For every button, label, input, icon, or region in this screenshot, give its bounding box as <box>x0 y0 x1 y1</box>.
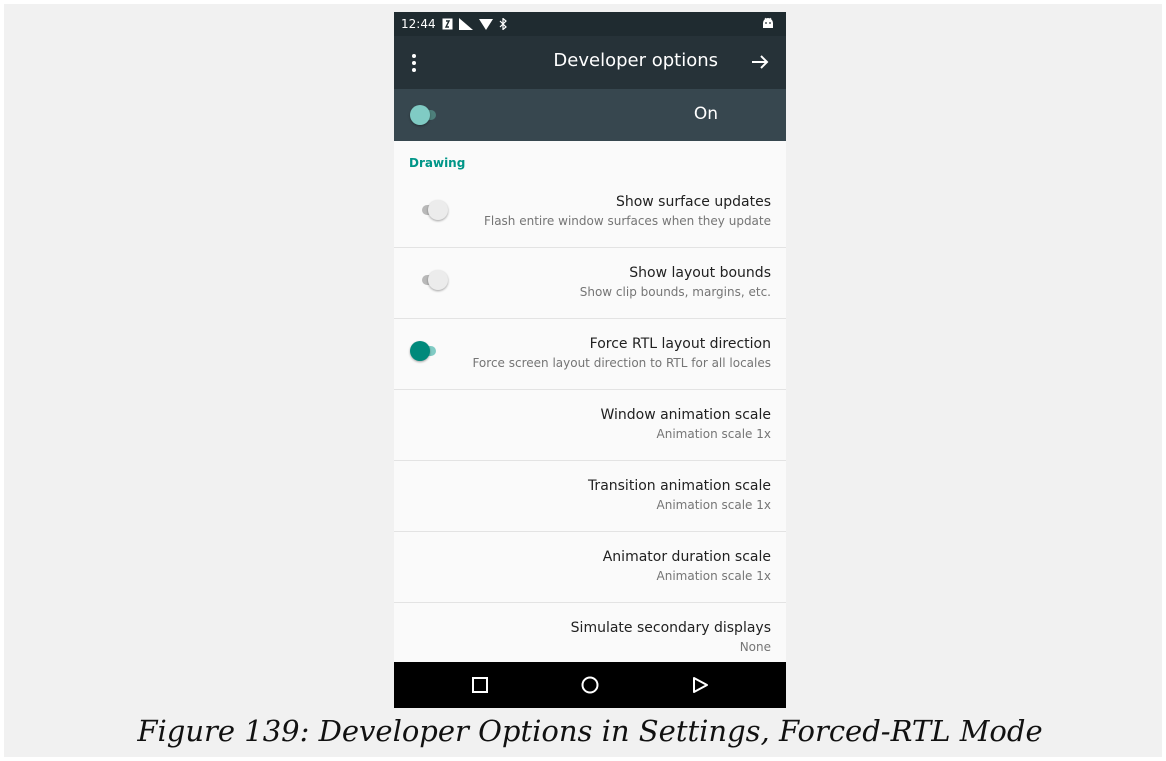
pref-show-layout-bounds[interactable]: Show layout bounds Show clip bounds, mar… <box>394 248 786 319</box>
pref-title: Show layout bounds <box>629 265 771 281</box>
back-nav-icon[interactable] <box>689 674 711 696</box>
status-icons <box>442 18 508 30</box>
figure-caption: Figure 139: Developer Options in Setting… <box>137 714 1043 748</box>
pref-window-animation-scale[interactable]: Window animation scale Animation scale 1… <box>394 390 786 461</box>
pref-animator-duration-scale[interactable]: Animator duration scale Animation scale … <box>394 532 786 603</box>
pref-transition-animation-scale[interactable]: Transition animation scale Animation sca… <box>394 461 786 532</box>
master-switch-label: On <box>693 104 718 124</box>
pref-summary: Show clip bounds, margins, etc. <box>579 285 771 299</box>
master-switch-bar[interactable]: On <box>394 89 786 141</box>
master-switch[interactable] <box>410 105 440 125</box>
pref-show-surface-updates[interactable]: Show surface updates Flash entire window… <box>394 177 786 248</box>
overflow-menu-icon[interactable] <box>406 52 422 74</box>
recents-icon[interactable] <box>469 674 491 696</box>
phone-screen: 12:44 Developer options On Drawing Show … <box>394 12 786 708</box>
wifi-icon <box>478 18 493 30</box>
pref-title: Animator duration scale <box>602 549 771 565</box>
status-bar: 12:44 <box>394 12 786 36</box>
pref-summary: Force screen layout direction to RTL for… <box>472 356 771 370</box>
show-layout-bounds-switch[interactable] <box>418 270 448 290</box>
force-rtl-switch[interactable] <box>410 341 440 361</box>
battery-saver-icon <box>442 18 453 30</box>
show-surface-updates-switch[interactable] <box>418 200 448 220</box>
section-header-drawing: Drawing <box>409 156 466 170</box>
pref-summary: Animation scale 1x <box>656 569 771 583</box>
pref-title: Force RTL layout direction <box>589 336 771 352</box>
android-debug-icon <box>763 17 773 28</box>
pref-title: Show surface updates <box>615 194 771 210</box>
toolbar: Developer options <box>394 36 786 89</box>
bluetooth-icon <box>499 18 507 30</box>
cell-signal-icon <box>458 18 473 30</box>
pref-summary: Flash entire window surfaces when they u… <box>483 214 771 228</box>
pref-force-rtl-layout[interactable]: Force RTL layout direction Force screen … <box>394 319 786 390</box>
page-title: Developer options <box>553 50 718 71</box>
pref-title: Transition animation scale <box>587 478 771 494</box>
status-time: 12:44 <box>401 17 436 31</box>
navigation-bar <box>394 662 786 708</box>
home-icon[interactable] <box>579 674 601 696</box>
pref-summary: Animation scale 1x <box>656 498 771 512</box>
pref-title: Simulate secondary displays <box>570 620 771 636</box>
pref-summary: Animation scale 1x <box>656 427 771 441</box>
back-arrow-icon[interactable] <box>750 52 770 72</box>
pref-summary: None <box>739 640 771 654</box>
pref-title: Window animation scale <box>600 407 771 423</box>
